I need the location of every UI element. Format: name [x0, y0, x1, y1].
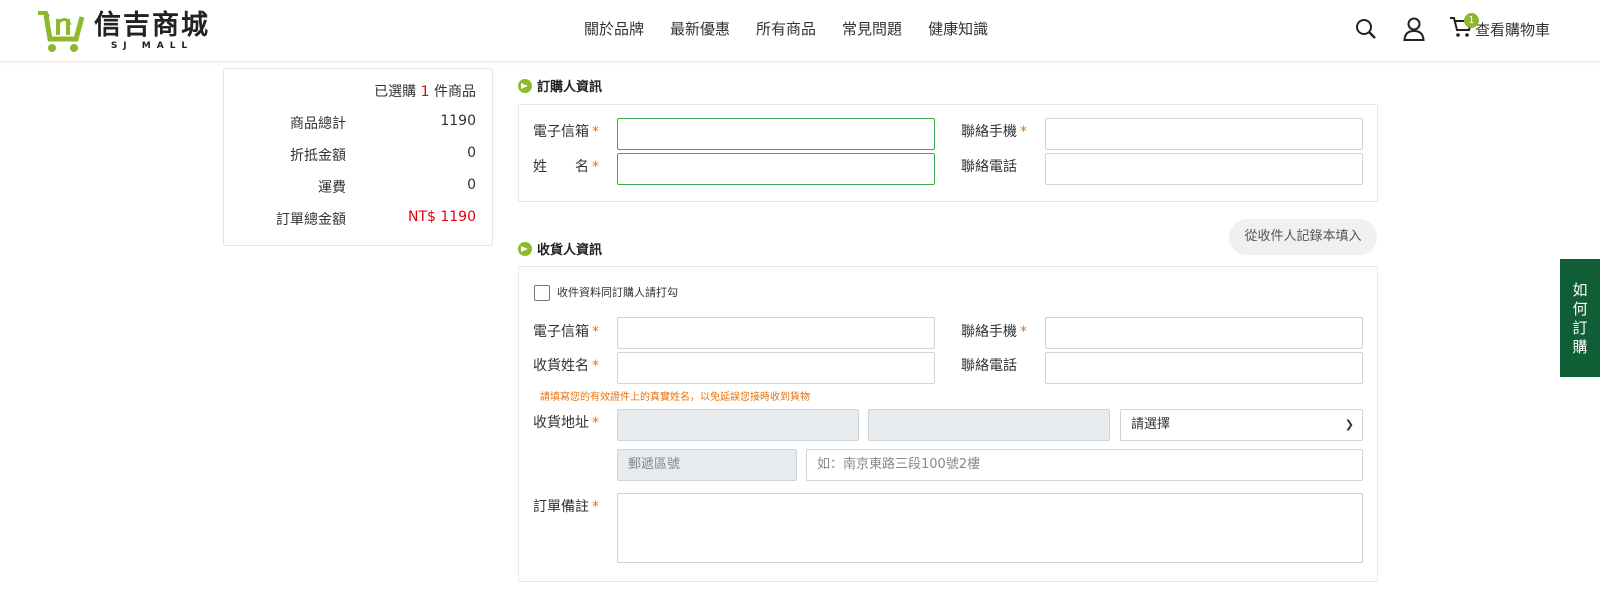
- main-nav: 關於品牌 最新優惠 所有商品 常見問題 健康知識: [584, 18, 988, 40]
- summary-row-discount: 折抵金額 0: [224, 145, 492, 167]
- header-tools: 1 查看購物車: [1331, 13, 1550, 42]
- street-address-input[interactable]: 如：南京東路三段100號2樓: [806, 449, 1363, 481]
- city-select[interactable]: [617, 409, 859, 441]
- summary-row-total: 訂單總金額 NT$ 1190: [224, 209, 492, 231]
- arrow-circle-icon: [518, 241, 532, 256]
- region-select[interactable]: 請選擇 ❯: [1120, 409, 1363, 441]
- nav-item-about[interactable]: 關於品牌: [584, 18, 644, 40]
- receiver-email-input[interactable]: [617, 317, 935, 349]
- order-summary: 已選購 1 件商品 商品總計 1190 折抵金額 0 運費 0 訂單總金額 NT…: [223, 68, 493, 246]
- same-as-orderer-label: 收件資料同訂購人請打勾: [557, 286, 678, 299]
- arrow-circle-icon: [518, 78, 532, 93]
- orderer-mobile-input[interactable]: [1045, 118, 1363, 150]
- receiver-phone-label: 聯絡電話: [961, 358, 1017, 374]
- cart-label: 查看購物車: [1474, 20, 1550, 39]
- district-select[interactable]: [868, 409, 1110, 441]
- summary-row-subtotal: 商品總計 1190: [224, 113, 492, 135]
- receiver-phone-input[interactable]: [1045, 352, 1363, 384]
- brand-name-en: SJ MALL: [110, 40, 194, 51]
- selected-count: 1: [420, 84, 430, 100]
- receiver-panel: 收件資料同訂購人請打勾 電子信箱 * 聯絡手機 * 收貨姓名 * 聯絡電話 請填寫您的…: [518, 266, 1378, 582]
- receiver-name-input[interactable]: [617, 352, 935, 384]
- nav-item-faq[interactable]: 常見問題: [842, 18, 902, 40]
- orderer-name-label: 姓 名 *: [533, 159, 599, 175]
- orderer-section-title: 訂購人資訊: [518, 76, 602, 95]
- brand-name: 信吉商城: [94, 9, 210, 41]
- name-hint-text: 請填寫您的有效證件上的真實姓名，以免延誤您接時收到貨物: [540, 392, 810, 403]
- order-note-textarea[interactable]: [617, 493, 1363, 563]
- receiver-address-label: 收貨地址 *: [533, 415, 599, 431]
- summary-value: 1190: [440, 113, 476, 129]
- address-book-button[interactable]: 從收件人記錄本填入: [1229, 219, 1377, 255]
- summary-row-shipping: 運費 0: [224, 177, 492, 199]
- orderer-panel: 電子信箱 * 聯絡手機 * 姓 名 * 聯絡電話: [518, 104, 1378, 202]
- search-icon[interactable]: [1353, 16, 1379, 42]
- cart-count-badge: 1: [1463, 13, 1479, 28]
- nav-item-products[interactable]: 所有商品: [756, 18, 816, 40]
- summary-label: 運費: [318, 180, 346, 196]
- zip-code-input[interactable]: 郵遞區號: [617, 449, 797, 481]
- nav-item-offers[interactable]: 最新優惠: [670, 18, 730, 40]
- cart-button[interactable]: 1 查看購物車: [1449, 13, 1550, 42]
- orderer-email-input[interactable]: [617, 118, 935, 150]
- brand-logo[interactable]: 信吉商城 SJ MALL: [36, 8, 226, 54]
- summary-label: 商品總計: [290, 116, 346, 132]
- order-total-value: NT$ 1190: [407, 209, 476, 225]
- orderer-phone-label: 聯絡電話: [961, 159, 1017, 175]
- receiver-section-title: 收貨人資訊: [518, 239, 602, 258]
- how-to-order-tab[interactable]: 如何訂購: [1560, 259, 1600, 377]
- orderer-email-label: 電子信箱 *: [533, 124, 599, 140]
- selected-count-text: 已選購 1 件商品: [374, 84, 476, 100]
- site-header: 信吉商城 SJ MALL 關於品牌 最新優惠 所有商品 常見問題 健康知識 1 …: [0, 0, 1600, 62]
- user-icon[interactable]: [1401, 16, 1427, 42]
- nav-item-health[interactable]: 健康知識: [928, 18, 988, 40]
- receiver-name-label: 收貨姓名 *: [533, 358, 599, 374]
- receiver-mobile-label: 聯絡手機 *: [961, 324, 1027, 340]
- summary-value: 0: [467, 177, 476, 193]
- order-note-label: 訂單備註 *: [533, 499, 599, 515]
- chevron-down-icon: ❯: [1344, 418, 1354, 431]
- logo-mark-icon: [36, 9, 86, 53]
- receiver-email-label: 電子信箱 *: [533, 324, 599, 340]
- orderer-name-input[interactable]: [617, 153, 935, 185]
- same-as-orderer-checkbox[interactable]: [534, 285, 550, 301]
- summary-value: 0: [467, 145, 476, 161]
- receiver-mobile-input[interactable]: [1045, 317, 1363, 349]
- summary-label: 折抵金額: [290, 148, 346, 164]
- summary-label: 訂單總金額: [276, 212, 346, 228]
- orderer-phone-input[interactable]: [1045, 153, 1363, 185]
- orderer-mobile-label: 聯絡手機 *: [961, 124, 1027, 140]
